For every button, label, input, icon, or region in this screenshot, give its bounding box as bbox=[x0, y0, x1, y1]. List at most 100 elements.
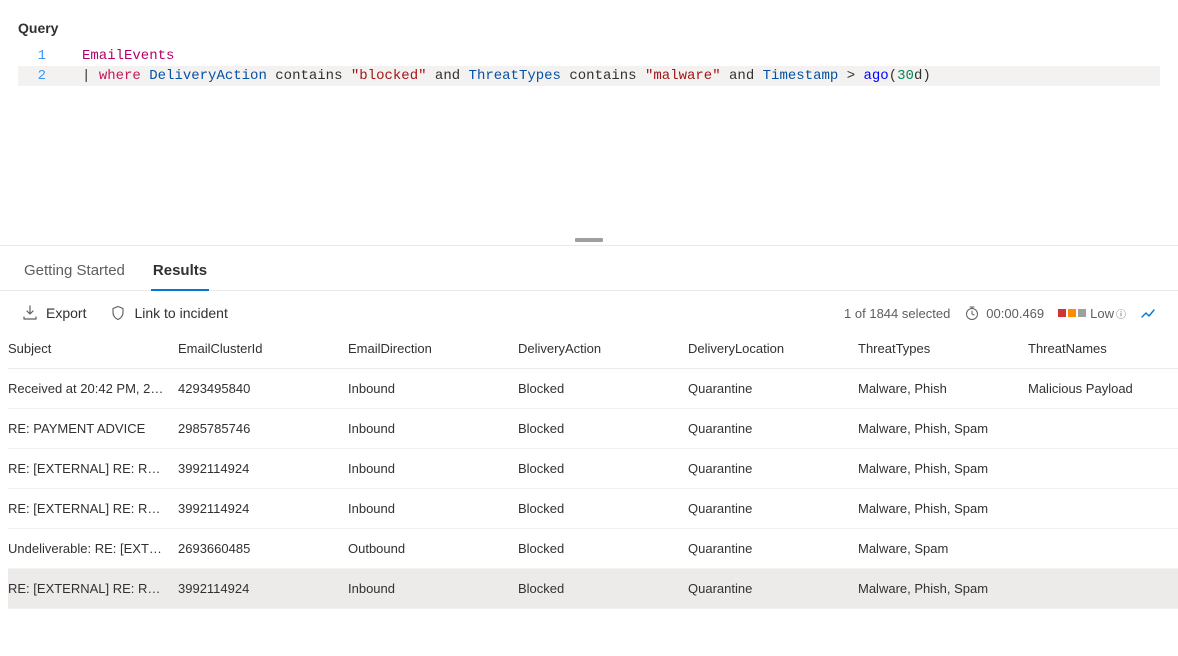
col-subject[interactable]: Subject bbox=[8, 331, 178, 369]
cell-deliveryaction: Blocked bbox=[518, 449, 688, 489]
cell-threattypes: Malware, Spam bbox=[858, 529, 1028, 569]
cell-threattypes: Malware, Phish, Spam bbox=[858, 569, 1028, 609]
link-to-incident-button[interactable]: Link to incident bbox=[110, 305, 227, 321]
cell-emailclusterid: 3992114924 bbox=[178, 489, 348, 529]
cell-threattypes: Malware, Phish bbox=[858, 369, 1028, 409]
elapsed-value: 00:00.469 bbox=[986, 306, 1044, 321]
cell-threattypes: Malware, Phish, Spam bbox=[858, 409, 1028, 449]
severity-indicator: Low ⓘ bbox=[1058, 306, 1126, 321]
token-and: and bbox=[435, 68, 460, 84]
table-row[interactable]: Received at 20:42 PM, 2…4293495840Inboun… bbox=[8, 369, 1178, 409]
cell-emailclusterid: 2985785746 bbox=[178, 409, 348, 449]
link-to-incident-label: Link to incident bbox=[134, 305, 227, 321]
cell-subject: RE: [EXTERNAL] RE: RE: … bbox=[8, 489, 178, 529]
cell-threattypes: Malware, Phish, Spam bbox=[858, 449, 1028, 489]
token-string: "blocked" bbox=[351, 68, 427, 84]
tab-results[interactable]: Results bbox=[151, 256, 209, 291]
cell-subject: RE: [EXTERNAL] RE: RE: … bbox=[8, 449, 178, 489]
export-label: Export bbox=[46, 305, 86, 321]
cell-subject: Undeliverable: RE: [EXTE… bbox=[8, 529, 178, 569]
cell-deliverylocation: Quarantine bbox=[688, 409, 858, 449]
line-number: 1 bbox=[18, 46, 58, 66]
token-func: ago bbox=[864, 68, 889, 84]
cell-deliveryaction: Blocked bbox=[518, 569, 688, 609]
clock-icon bbox=[964, 305, 980, 321]
editor-line[interactable]: 1 EmailEvents bbox=[18, 46, 1160, 66]
token-paren: ( bbox=[889, 68, 897, 84]
cell-threatnames bbox=[1028, 489, 1178, 529]
cell-deliveryaction: Blocked bbox=[518, 489, 688, 529]
cell-emaildirection: Outbound bbox=[348, 529, 518, 569]
cell-deliverylocation: Quarantine bbox=[688, 489, 858, 529]
token-pipe: | bbox=[82, 68, 90, 84]
line-content[interactable]: EmailEvents bbox=[58, 46, 1160, 66]
toolbar-right: 1 of 1844 selected 00:00.469 Low ⓘ bbox=[844, 305, 1156, 321]
results-table: Subject EmailClusterId EmailDirection De… bbox=[8, 331, 1178, 609]
editor-line[interactable]: 2 | where DeliveryAction contains "block… bbox=[18, 66, 1160, 86]
col-deliverylocation[interactable]: DeliveryLocation bbox=[688, 331, 858, 369]
cell-deliverylocation: Quarantine bbox=[688, 529, 858, 569]
cell-threatnames bbox=[1028, 409, 1178, 449]
pane-divider[interactable] bbox=[0, 236, 1178, 246]
table-row[interactable]: RE: [EXTERNAL] RE: RE: …3992114924Inboun… bbox=[8, 489, 1178, 529]
cell-emailclusterid: 3992114924 bbox=[178, 569, 348, 609]
col-emailclusterid[interactable]: EmailClusterId bbox=[178, 331, 348, 369]
results-tabs: Getting Started Results bbox=[0, 246, 1178, 291]
export-button[interactable]: Export bbox=[22, 305, 86, 321]
cell-threatnames bbox=[1028, 569, 1178, 609]
col-threattypes[interactable]: ThreatTypes bbox=[858, 331, 1028, 369]
results-toolbar: Export Link to incident 1 of 1844 select… bbox=[0, 291, 1178, 331]
token-contains: contains bbox=[569, 68, 636, 84]
token-string: "malware" bbox=[645, 68, 721, 84]
table-row[interactable]: Undeliverable: RE: [EXTE…2693660485Outbo… bbox=[8, 529, 1178, 569]
query-title: Query bbox=[18, 20, 1160, 36]
cell-subject: RE: PAYMENT ADVICE bbox=[8, 409, 178, 449]
line-content[interactable]: | where DeliveryAction contains "blocked… bbox=[58, 66, 1160, 86]
cell-emailclusterid: 2693660485 bbox=[178, 529, 348, 569]
cell-deliverylocation: Quarantine bbox=[688, 369, 858, 409]
line-number: 2 bbox=[18, 66, 58, 86]
table-row[interactable]: RE: [EXTERNAL] RE: RE: …3992114924Inboun… bbox=[8, 449, 1178, 489]
cell-subject: Received at 20:42 PM, 2… bbox=[8, 369, 178, 409]
tab-getting-started[interactable]: Getting Started bbox=[22, 256, 127, 291]
results-table-wrap: Subject EmailClusterId EmailDirection De… bbox=[0, 331, 1178, 609]
col-emaildirection[interactable]: EmailDirection bbox=[348, 331, 518, 369]
cell-deliverylocation: Quarantine bbox=[688, 449, 858, 489]
chart-icon[interactable] bbox=[1140, 305, 1156, 321]
cell-emaildirection: Inbound bbox=[348, 449, 518, 489]
token-and: and bbox=[729, 68, 754, 84]
table-header-row: Subject EmailClusterId EmailDirection De… bbox=[8, 331, 1178, 369]
col-threatnames[interactable]: ThreatNames bbox=[1028, 331, 1178, 369]
cell-emaildirection: Inbound bbox=[348, 409, 518, 449]
token-where: where bbox=[99, 68, 141, 84]
divider-handle-icon bbox=[575, 238, 603, 242]
token-field: ThreatTypes bbox=[469, 68, 561, 84]
query-editor[interactable]: 1 EmailEvents 2 | where DeliveryAction c… bbox=[18, 46, 1160, 86]
token-field: Timestamp bbox=[763, 68, 839, 84]
cell-emailclusterid: 3992114924 bbox=[178, 449, 348, 489]
cell-deliveryaction: Blocked bbox=[518, 529, 688, 569]
severity-label: Low bbox=[1090, 306, 1114, 321]
cell-emailclusterid: 4293495840 bbox=[178, 369, 348, 409]
cell-threatnames bbox=[1028, 449, 1178, 489]
cell-deliveryaction: Blocked bbox=[518, 369, 688, 409]
cell-emaildirection: Inbound bbox=[348, 369, 518, 409]
token-contains: contains bbox=[275, 68, 342, 84]
token-number: 30 bbox=[897, 68, 914, 84]
col-deliveryaction[interactable]: DeliveryAction bbox=[518, 331, 688, 369]
cell-deliverylocation: Quarantine bbox=[688, 569, 858, 609]
token-gt: > bbox=[847, 68, 855, 84]
cell-emaildirection: Inbound bbox=[348, 569, 518, 609]
cell-emaildirection: Inbound bbox=[348, 489, 518, 529]
table-row[interactable]: RE: PAYMENT ADVICE2985785746InboundBlock… bbox=[8, 409, 1178, 449]
toolbar-left: Export Link to incident bbox=[22, 305, 228, 321]
severity-blocks-icon bbox=[1058, 309, 1086, 317]
selection-status: 1 of 1844 selected bbox=[844, 306, 950, 321]
cell-threattypes: Malware, Phish, Spam bbox=[858, 489, 1028, 529]
shield-icon bbox=[110, 305, 126, 321]
table-row[interactable]: RE: [EXTERNAL] RE: RE: …3992114924Inboun… bbox=[8, 569, 1178, 609]
info-icon[interactable]: ⓘ bbox=[1116, 306, 1126, 321]
cell-threatnames bbox=[1028, 529, 1178, 569]
cell-threatnames: Malicious Payload bbox=[1028, 369, 1178, 409]
elapsed-time: 00:00.469 bbox=[964, 305, 1044, 321]
